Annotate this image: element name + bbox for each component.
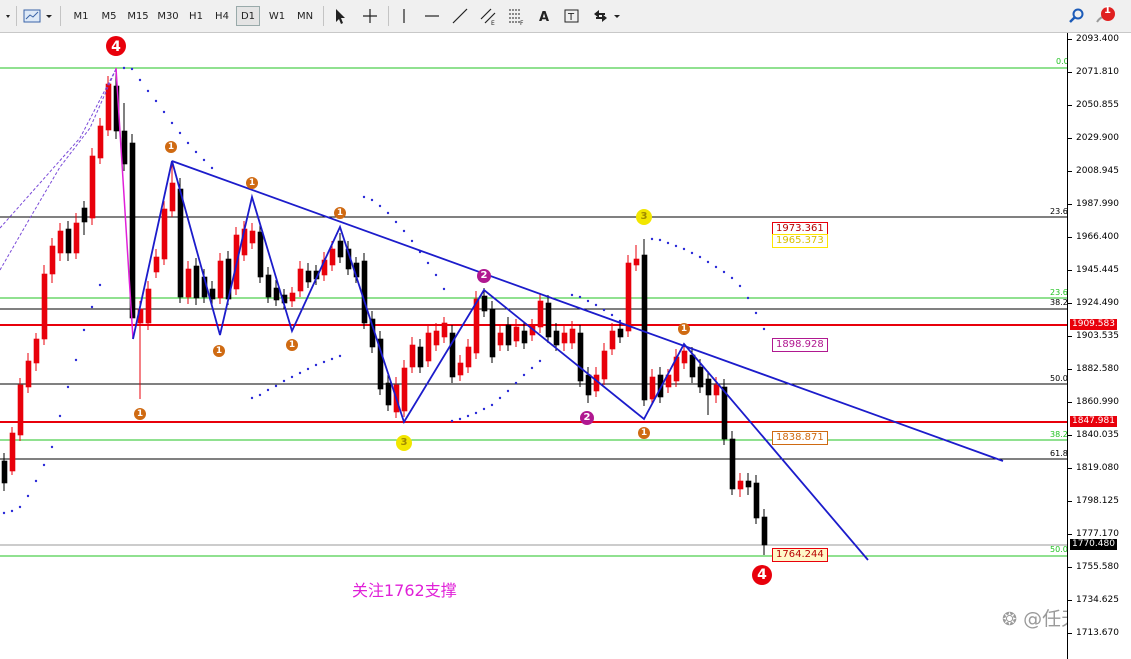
wave-1-label: 1 [336, 208, 344, 218]
svg-text:F: F [520, 20, 524, 26]
support-annotation: 关注1762支撑 [352, 581, 457, 600]
red-line-price-tag: 1909.583 [1070, 319, 1117, 330]
wave-markers [106, 36, 772, 585]
toolbar: M1 M5 M15 M30 H1 H4 D1 W1 MN E F A T 1 [0, 0, 1131, 33]
wave-3-label: 3 [400, 437, 408, 448]
timeframe-m5-button[interactable]: M5 [96, 6, 122, 26]
price-tick: 1903.535 [1076, 331, 1119, 341]
text-label-icon[interactable]: T [562, 6, 582, 26]
chart-template-icon[interactable] [22, 6, 56, 26]
vertical-line-icon[interactable] [394, 6, 414, 26]
price-axis: 2093.400 2071.810 2050.855 2029.900 2008… [1067, 33, 1131, 659]
wave-1-label: 1 [248, 178, 256, 188]
horizontal-line-icon[interactable] [422, 6, 442, 26]
arrows-icon[interactable] [590, 6, 624, 26]
timeframe-m15-button[interactable]: M15 [124, 6, 152, 26]
wave-4-bottom-label: 4 [757, 567, 767, 583]
price-tick: 1734.625 [1076, 595, 1119, 605]
fib-label-500-black: 50.0 [1050, 374, 1068, 383]
price-tick: 2029.900 [1076, 133, 1119, 143]
timeframe-mn-button[interactable]: MN [292, 6, 318, 26]
sar-dots [2, 66, 766, 515]
notification-icon[interactable]: 1 [1094, 5, 1120, 26]
wave-1-label: 1 [288, 340, 296, 350]
price-tick: 1945.445 [1076, 265, 1119, 275]
red-line-price-tag-2: 1847.981 [1070, 416, 1117, 427]
price-box-1965: 1965.373 [772, 234, 828, 248]
text-icon[interactable]: A [534, 6, 554, 26]
price-tick: 1860.990 [1076, 397, 1119, 407]
timeframe-w1-button[interactable]: W1 [264, 6, 290, 26]
svg-text:T: T [567, 12, 575, 23]
price-tick: 1966.400 [1076, 232, 1119, 242]
fib-label-500-green: 50.0 [1050, 545, 1068, 554]
wave-2-label: 2 [480, 270, 488, 281]
toolbar-separator [388, 6, 389, 26]
cursor-icon[interactable] [330, 6, 350, 26]
price-tick: 1713.670 [1076, 628, 1119, 638]
toolbar-separator [323, 6, 324, 26]
fibonacci-retracement-icon[interactable]: F [506, 6, 526, 27]
timeframe-m30-button[interactable]: M30 [154, 6, 182, 26]
svg-text:A: A [539, 10, 549, 25]
timeframe-h1-button[interactable]: H1 [184, 6, 208, 26]
wave-4-top-label: 4 [111, 39, 121, 55]
current-price-tag: 1770.480 [1070, 539, 1117, 550]
wave-1-label: 1 [167, 142, 175, 152]
weibo-icon: ❂ [1002, 609, 1018, 630]
trendline-icon[interactable] [450, 6, 470, 26]
price-tick: 1755.580 [1076, 562, 1119, 572]
wave-1-label: 1 [640, 428, 648, 438]
price-box-1838: 1838.871 [772, 431, 828, 445]
price-tick: 1924.490 [1076, 298, 1119, 308]
fib-levels [0, 67, 1067, 557]
wave-1-label: 1 [215, 346, 223, 356]
price-tick: 2050.855 [1076, 100, 1119, 110]
timeframe-h4-button[interactable]: H4 [210, 6, 234, 26]
price-tick: 1882.580 [1076, 364, 1119, 374]
price-tick: 1819.080 [1076, 463, 1119, 473]
wave-3-label: 3 [640, 211, 648, 222]
fib-label-382-black: 38.2 [1050, 298, 1068, 307]
fib-label-382-green: 38.2 [1050, 430, 1068, 439]
wave-1-label: 1 [136, 409, 144, 419]
price-tick: 2071.810 [1076, 67, 1119, 77]
price-tick: 1777.170 [1076, 529, 1119, 539]
toolbar-separator [60, 6, 61, 26]
price-tick: 1798.125 [1076, 496, 1119, 506]
timeframe-m1-button[interactable]: M1 [68, 6, 94, 26]
notification-count: 1 [1104, 5, 1111, 16]
fib-label-236-green: 23.6 [1050, 288, 1068, 297]
toolbar-separator [16, 6, 17, 26]
timeframe-d1-button[interactable]: D1 [236, 6, 260, 26]
price-box-1898: 1898.928 [772, 338, 828, 352]
search-icon[interactable] [1066, 6, 1086, 26]
price-tick: 1987.990 [1076, 199, 1119, 209]
crosshair-icon[interactable] [360, 6, 380, 26]
toolbar-dropdown-icon[interactable] [0, 6, 14, 26]
price-tick: 2093.400 [1076, 34, 1119, 44]
equidistant-channel-icon[interactable]: E [478, 6, 498, 27]
candlesticks [1, 70, 768, 555]
fib-label-236-black: 23.6 [1050, 207, 1068, 216]
price-tick: 1840.035 [1076, 430, 1119, 440]
fib-label-618-black: 61.8 [1050, 449, 1068, 458]
price-tick: 2008.945 [1076, 166, 1119, 176]
svg-text:E: E [491, 20, 495, 26]
price-box-1764: 1764.244 [772, 548, 828, 562]
price-chart[interactable] [0, 33, 1067, 659]
wave-1-label: 1 [680, 324, 688, 334]
wave-2-label: 2 [583, 412, 591, 423]
